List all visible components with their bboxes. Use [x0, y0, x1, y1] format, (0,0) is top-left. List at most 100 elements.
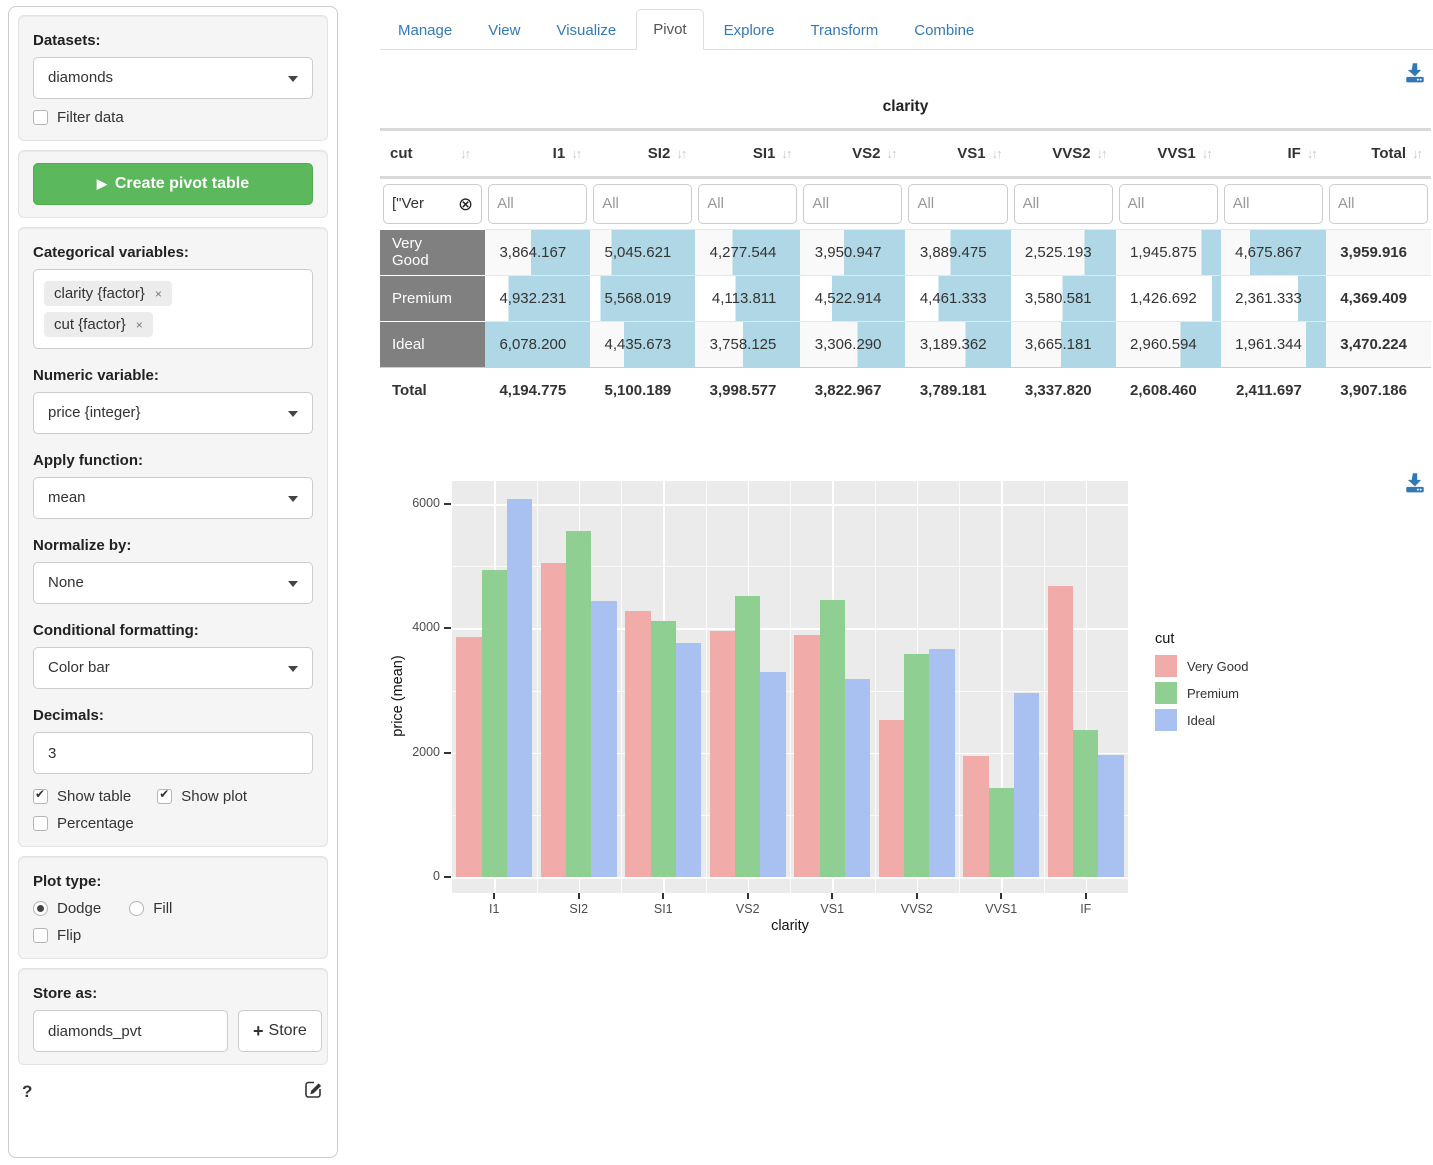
normalize-by-select[interactable]: None	[33, 562, 313, 604]
apply-function-select[interactable]: mean	[33, 477, 313, 519]
x-tick-mark	[831, 893, 833, 899]
decimals-label: Decimals:	[33, 707, 313, 724]
filter-cell-si2: All	[590, 177, 695, 229]
show-plot-checkbox[interactable]	[157, 789, 172, 804]
filter-cell-if: All	[1221, 177, 1326, 229]
bar-ideal-vvs2	[929, 649, 954, 877]
row-header-premium: Premium	[380, 275, 485, 321]
bar-group-vvs1	[959, 481, 1044, 893]
store-section: Store as: + Store	[18, 968, 328, 1065]
vs1-filter-input[interactable]: All	[908, 184, 1007, 224]
sort-icon[interactable]: ↓↑	[1307, 146, 1316, 161]
tab-manage[interactable]: Manage	[382, 11, 468, 50]
filter-placeholder: All	[497, 195, 514, 212]
bar-very-good-vvs2	[879, 720, 904, 877]
vvs2-filter-input[interactable]: All	[1014, 184, 1113, 224]
bar-group-si1	[621, 481, 706, 893]
cut-filter-input[interactable]: ["Ver⊗	[383, 184, 482, 224]
sort-icon[interactable]: ↓↑	[460, 146, 469, 161]
tab-view[interactable]: View	[472, 11, 536, 50]
remove-tag-icon[interactable]: ×	[136, 318, 143, 332]
create-pivot-table-button[interactable]: ▶ Create pivot table	[33, 163, 313, 205]
column-header-label: VS2	[852, 145, 880, 162]
x-tick-label: SI2	[549, 902, 609, 916]
sort-icon[interactable]: ↓↑	[781, 146, 790, 161]
remove-tag-icon[interactable]: ×	[155, 287, 162, 301]
pivot-table: cut↓↑I1↓↑SI2↓↑SI1↓↑VS2↓↑VS1↓↑VVS2↓↑VVS1↓…	[380, 131, 1431, 413]
x-tick-label: SI1	[633, 902, 693, 916]
store-button[interactable]: + Store	[238, 1010, 322, 1052]
edit-report-icon[interactable]	[302, 1078, 324, 1105]
sort-icon[interactable]: ↓↑	[571, 146, 580, 161]
bar-group-vs1	[790, 481, 875, 893]
flip-checkbox[interactable]	[33, 928, 48, 943]
chevron-down-icon	[288, 581, 298, 587]
categorical-tag[interactable]: clarity {factor}×	[44, 281, 172, 306]
tab-explore[interactable]: Explore	[708, 11, 791, 50]
filter-placeholder: All	[917, 195, 934, 212]
help-button[interactable]: ?	[22, 1082, 32, 1102]
value-cell: 3,889.475	[905, 229, 1010, 275]
categorical-tag[interactable]: cut {factor} ×	[44, 312, 153, 337]
value-cell: 3,758.125	[695, 321, 800, 367]
dataset-select[interactable]: diamonds	[33, 57, 313, 99]
play-icon: ▶	[97, 176, 107, 192]
si1-filter-input[interactable]: All	[698, 184, 797, 224]
i1-filter-input[interactable]: All	[488, 184, 587, 224]
tab-visualize[interactable]: Visualize	[540, 11, 632, 50]
filter-cell-cut: ["Ver⊗	[380, 177, 485, 229]
tab-combine[interactable]: Combine	[898, 11, 990, 50]
sort-icon[interactable]: ↓↑	[886, 146, 895, 161]
categorical-tag-label: cut {factor}	[54, 316, 126, 333]
bar-premium-i1	[482, 570, 507, 877]
dataset-select-value: diamonds	[48, 69, 113, 86]
conditional-formatting-select[interactable]: Color bar	[33, 647, 313, 689]
tab-pivot[interactable]: Pivot	[636, 9, 703, 50]
fill-radio[interactable]	[129, 901, 144, 916]
pivot-config-section: Categorical variables: clarity {factor}×…	[18, 227, 328, 847]
total-value-cell: 3,998.577	[695, 367, 800, 413]
sort-icon[interactable]: ↓↑	[1412, 146, 1421, 161]
pivot-plot: price (mean) 0200040006000 I1SI2SI1VS2VS…	[380, 455, 1433, 955]
store-button-label: Store	[269, 1022, 307, 1040]
column-header-cut: cut↓↑	[380, 131, 485, 177]
column-header-vs2: VS2 ↓↑	[800, 131, 905, 177]
column-header-i1: I1 ↓↑	[485, 131, 590, 177]
clear-filter-icon[interactable]: ⊗	[458, 195, 473, 213]
filter-cell-vvs1: All	[1116, 177, 1221, 229]
y-tick-label: 4000	[388, 620, 440, 634]
value-cell: 6,078.200	[485, 321, 590, 367]
filter-data-checkbox[interactable]	[33, 110, 48, 125]
sort-icon[interactable]: ↓↑	[1097, 146, 1106, 161]
create-pivot-table-label: Create pivot table	[115, 175, 249, 193]
categorical-variables-box[interactable]: clarity {factor}× cut {factor} ×	[33, 269, 313, 349]
column-header-si2: SI2↓↑	[590, 131, 695, 177]
grand-total-cell: 3,907.186	[1326, 367, 1431, 413]
column-header-label: I1	[553, 145, 566, 162]
normalize-label: Normalize by:	[33, 537, 313, 554]
value-cell: 3,189.362	[905, 321, 1010, 367]
x-tick-mark	[662, 893, 664, 899]
dodge-radio[interactable]	[33, 901, 48, 916]
download-table-icon[interactable]	[1403, 60, 1427, 84]
sort-icon[interactable]: ↓↑	[992, 146, 1001, 161]
percentage-checkbox[interactable]	[33, 816, 48, 831]
value-cell: 4,435.673	[590, 321, 695, 367]
store-as-input[interactable]	[33, 1010, 228, 1052]
show-table-label: Show table	[57, 788, 131, 805]
sort-icon[interactable]: ↓↑	[1202, 146, 1211, 161]
total-filter-input[interactable]: All	[1329, 184, 1428, 224]
decimals-input[interactable]	[33, 732, 313, 774]
sort-icon[interactable]: ↓↑	[676, 146, 685, 161]
legend-swatch	[1155, 655, 1177, 677]
store-as-label: Store as:	[33, 985, 313, 1002]
si2-filter-input[interactable]: All	[593, 184, 692, 224]
tab-transform[interactable]: Transform	[794, 11, 894, 50]
vvs1-filter-input[interactable]: All	[1119, 184, 1218, 224]
vs2-filter-input[interactable]: All	[803, 184, 902, 224]
if-filter-input[interactable]: All	[1224, 184, 1323, 224]
numeric-variable-select[interactable]: price {integer}	[33, 392, 313, 434]
show-table-checkbox[interactable]	[33, 789, 48, 804]
legend-item: Ideal	[1155, 709, 1248, 731]
x-tick-mark	[747, 893, 749, 899]
